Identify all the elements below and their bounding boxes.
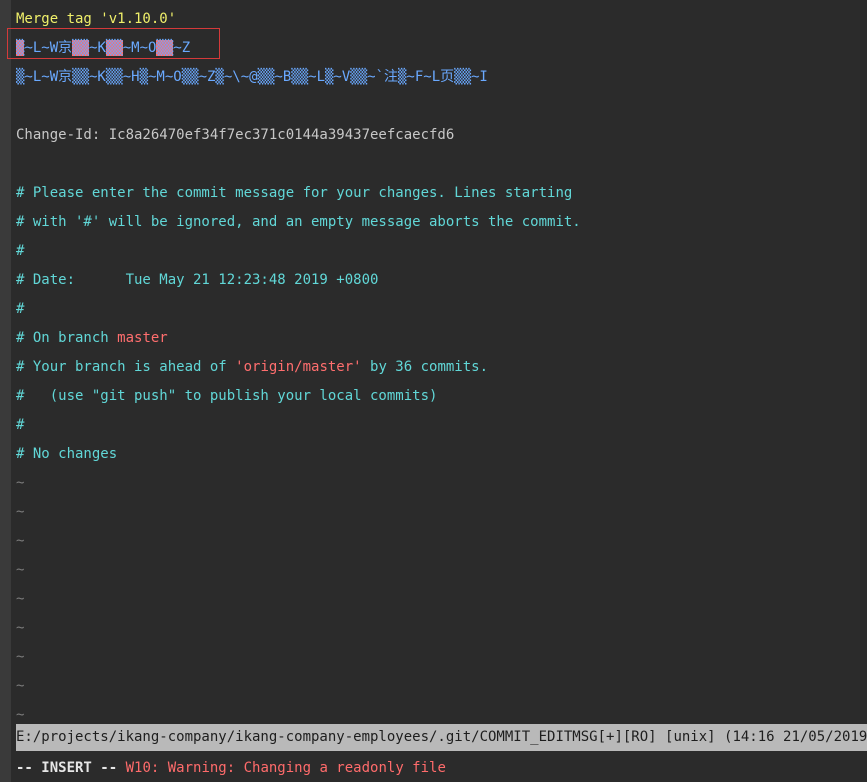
garbled-block: ▒▒ bbox=[156, 40, 174, 56]
empty-buffer-tilde: ~ bbox=[16, 649, 25, 665]
comment-push-hint-line: # (use "git push" to publish your local … bbox=[16, 388, 438, 404]
comment-ahead-line: # Your branch is ahead of 'origin/master… bbox=[16, 353, 867, 382]
comment-hash-line: # bbox=[16, 243, 25, 259]
merge-title-line: Merge tag 'v1.10.0' bbox=[16, 11, 177, 27]
garbled-block: ▒▒ bbox=[72, 40, 90, 56]
garbled-line-1: ▒~L~W京▒▒~K▒▒~M~O▒▒~Z bbox=[16, 40, 191, 56]
branch-name: master bbox=[117, 330, 168, 346]
empty-buffer-tilde: ~ bbox=[16, 504, 25, 520]
ahead-suffix: by 36 commits. bbox=[361, 359, 489, 375]
change-id-line: Change-Id: Ic8a26470ef34f7ec371c0144a394… bbox=[16, 127, 455, 143]
empty-buffer-tilde: ~ bbox=[16, 620, 25, 636]
empty-buffer-tilde: ~ bbox=[16, 591, 25, 607]
readonly-warning: W10: Warning: Changing a readonly file bbox=[125, 760, 446, 776]
garbled-line-2: ▒~L~W京▒▒~K▒▒~H▒~M~O▒▒~Z▒~\~@▒▒~B▒▒~L▒~V▒… bbox=[16, 69, 488, 85]
empty-buffer-tilde: ~ bbox=[16, 475, 25, 491]
empty-buffer-tilde: ~ bbox=[16, 678, 25, 694]
insert-mode-indicator: -- INSERT -- bbox=[16, 760, 118, 776]
garbled-block: ▒▒ bbox=[105, 40, 123, 56]
branch-prefix: # On branch bbox=[16, 330, 118, 346]
comment-hash-line: # bbox=[16, 417, 25, 433]
empty-line bbox=[16, 150, 867, 179]
remote-branch-name: 'origin/master' bbox=[235, 359, 362, 375]
left-gutter bbox=[0, 0, 11, 782]
ahead-prefix: # Your branch is ahead of bbox=[16, 359, 236, 375]
vim-status-bar: E:/projects/ikang-company/ikang-company-… bbox=[16, 724, 867, 751]
comment-branch-line: # On branch master bbox=[16, 324, 867, 353]
comment-line: # Please enter the commit message for yo… bbox=[16, 185, 573, 201]
garbled-block: ▒ bbox=[16, 40, 25, 56]
comment-no-changes-line: # No changes bbox=[16, 446, 118, 462]
vim-editor-buffer[interactable]: Merge tag 'v1.10.0' ▒~L~W京▒▒~K▒▒~M~O▒▒~Z… bbox=[16, 5, 867, 730]
empty-buffer-tilde: ~ bbox=[16, 562, 25, 578]
vim-command-line[interactable]: -- INSERT -- W10: Warning: Changing a re… bbox=[16, 755, 867, 782]
empty-buffer-tilde: ~ bbox=[16, 533, 25, 549]
comment-line: # with '#' will be ignored, and an empty… bbox=[16, 214, 581, 230]
empty-line bbox=[16, 92, 867, 121]
comment-date-line: # Date: Tue May 21 12:23:48 2019 +0800 bbox=[16, 272, 379, 288]
comment-hash-line: # bbox=[16, 301, 25, 317]
